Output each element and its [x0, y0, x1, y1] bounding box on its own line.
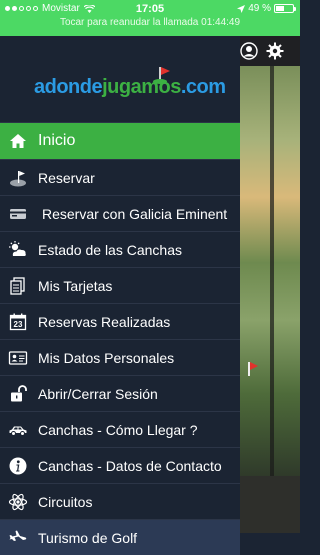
menu-item-datos-contacto[interactable]: Canchas - Datos de Contacto	[0, 448, 240, 483]
battery-percent: 49 %	[248, 3, 271, 14]
golf-course-image	[240, 66, 300, 476]
menu-item-label: Canchas - Datos de Contacto	[38, 457, 222, 474]
logo-area: adondejugamos.com	[0, 36, 240, 122]
menu-item-label: Reservar	[38, 169, 95, 186]
lock-icon	[8, 384, 28, 404]
calendar-icon: 23	[8, 312, 28, 332]
background-header	[240, 36, 300, 66]
menu-item-label: Reservar con Galicia Eminent	[42, 205, 228, 222]
info-icon	[8, 456, 28, 476]
golf-hole-icon	[8, 168, 28, 188]
menu-item-reservar-galicia[interactable]: Reservar con Galicia Eminent	[0, 196, 240, 231]
background-content	[240, 36, 300, 533]
menu-item-mis-tarjetas[interactable]: Mis Tarjetas	[0, 268, 240, 303]
menu-item-label: Canchas - Cómo Llegar ?	[38, 421, 198, 438]
menu-item-label: Reservas Realizadas	[38, 313, 171, 330]
weather-icon	[8, 240, 28, 260]
call-banner[interactable]: Tocar para reanudar la llamada 01:44:49	[0, 17, 300, 28]
logo-text-part: .com	[180, 76, 226, 98]
menu-item-estado-canchas[interactable]: Estado de las Canchas	[0, 232, 240, 267]
menu-item-sesion[interactable]: Abrir/Cerrar Sesión	[0, 376, 240, 411]
logo-text-part: adonde	[34, 76, 103, 98]
flag-icon	[248, 362, 258, 376]
scorecards-icon	[8, 276, 28, 296]
gear-icon[interactable]	[266, 42, 284, 60]
menu-item-reservar[interactable]: Reservar	[0, 160, 240, 195]
battery-icon	[274, 4, 296, 13]
status-bar: Movistar 17:05 49 % Tocar para reanudar …	[0, 0, 300, 36]
logo-flag-icon	[153, 67, 170, 84]
calendar-day-number: 23	[13, 319, 23, 329]
menu-list: Inicio Reservar Reservar con Galicia Emi…	[0, 122, 240, 555]
menu-item-label: Circuitos	[38, 493, 93, 510]
status-right: 49 %	[237, 3, 296, 14]
menu-item-label: Turismo de Golf	[38, 529, 138, 546]
home-icon	[8, 131, 28, 151]
menu-item-mis-datos[interactable]: Mis Datos Personales	[0, 340, 240, 375]
menu-item-turismo-golf[interactable]: Turismo de Golf	[0, 520, 240, 555]
menu-item-circuitos[interactable]: Circuitos	[0, 484, 240, 519]
user-icon[interactable]	[240, 42, 258, 60]
menu-item-como-llegar[interactable]: Canchas - Cómo Llegar ?	[0, 412, 240, 447]
menu-item-reservas-realizadas[interactable]: 23 Reservas Realizadas	[0, 304, 240, 339]
menu-item-label: Mis Tarjetas	[38, 277, 113, 294]
location-arrow-icon	[237, 4, 246, 13]
menu-item-label: Estado de las Canchas	[38, 241, 182, 258]
id-card-icon	[8, 348, 28, 368]
menu-item-inicio[interactable]: Inicio	[0, 123, 240, 159]
menu-item-label: Abrir/Cerrar Sesión	[38, 385, 158, 402]
atom-icon	[8, 492, 28, 512]
brand-logo: adondejugamos.com	[34, 76, 226, 99]
car-icon	[8, 420, 28, 440]
navigation-drawer: adondejugamos.com Inicio Reservar Reserv…	[0, 36, 240, 555]
menu-item-label: Mis Datos Personales	[38, 349, 175, 366]
logo-text-part: jugamos	[102, 76, 181, 98]
card-icon	[8, 204, 28, 224]
airplane-icon	[8, 528, 28, 548]
menu-item-label: Inicio	[38, 132, 76, 149]
